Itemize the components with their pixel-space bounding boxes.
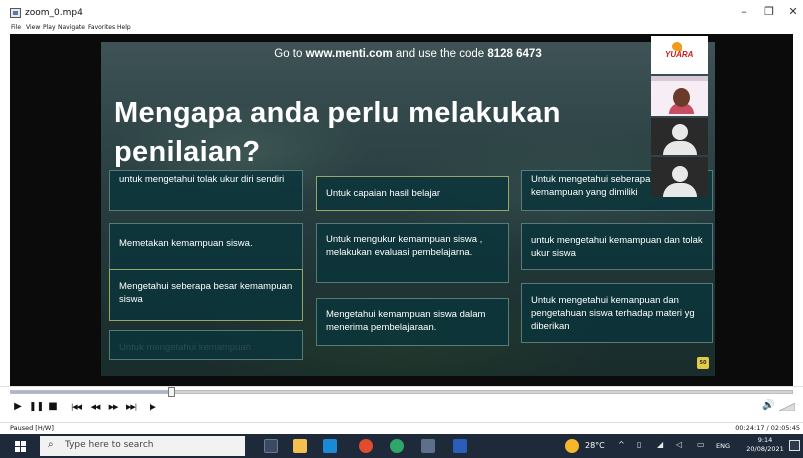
response-card: Untuk mengetahui kemampuan <box>109 330 303 360</box>
volume-icon[interactable]: 🔊 <box>762 400 774 411</box>
media-player-icon[interactable] <box>421 439 435 453</box>
video-area[interactable]: Go to www.menti.com and use the code 812… <box>10 34 793 386</box>
clock-time: 9:14 <box>757 436 773 444</box>
temperature[interactable]: 28°C <box>585 441 605 450</box>
menu-play[interactable]: Play <box>43 24 56 31</box>
response-card: untuk mengetahui kemampuan dan tolak uku… <box>521 223 713 270</box>
menu-navigate[interactable]: Navigate <box>58 24 85 31</box>
frame-step-icon[interactable]: |▶ <box>146 400 158 414</box>
menu-favorites[interactable]: Favorites <box>88 24 115 31</box>
presentation-slide: Go to www.menti.com and use the code 812… <box>101 42 715 376</box>
mail-icon[interactable] <box>323 439 337 453</box>
input-language[interactable]: ENG <box>716 442 730 450</box>
previous-icon[interactable]: |◀◀ <box>68 400 84 414</box>
playback-status: Paused [H/W] <box>10 424 54 432</box>
status-bar: Paused [H/W] 00:24:17 / 02:05:45 <box>0 422 803 434</box>
participant-tile[interactable] <box>651 76 708 116</box>
minimize-button[interactable]: – <box>733 4 755 20</box>
response-card: Untuk mengetahui kemanpuan dan pengetahu… <box>521 283 713 343</box>
menti-instructions: Go to www.menti.com and use the code 812… <box>101 48 715 60</box>
avatar-icon <box>672 166 688 182</box>
speaker-icon[interactable]: ◁ <box>676 440 682 449</box>
word-icon[interactable] <box>453 439 467 453</box>
app-icon <box>10 8 21 18</box>
playback-time: 00:24:17 / 02:05:45 <box>735 424 800 432</box>
menu-bar: File View Play Navigate Favorites Help <box>0 22 803 34</box>
participant-tile[interactable]: YUARA <box>651 36 708 74</box>
task-view-icon[interactable] <box>264 439 278 453</box>
taskbar-search-box[interactable]: ⌕ Type here to search <box>40 436 245 456</box>
participant-tile[interactable] <box>651 118 708 155</box>
menu-view[interactable]: View <box>26 24 40 31</box>
response-card: Mengetahui seberapa besar kemampuan sisw… <box>109 269 303 321</box>
play-icon[interactable]: ▶ <box>12 400 24 414</box>
avatar-body-icon <box>663 183 697 197</box>
seek-bar[interactable] <box>10 387 793 397</box>
slide-title: Mengapa anda perlu melakukan penilaian? <box>114 97 561 168</box>
clock[interactable]: 9:14 20/08/2021 <box>746 436 784 454</box>
windows-taskbar: ⌕ Type here to search 28°C ^ ▯ ◢ ◁ ▭ ENG… <box>0 434 803 458</box>
avatar-body-icon <box>663 141 697 155</box>
search-icon: ⌕ <box>48 439 54 450</box>
chevron-up-icon[interactable]: ^ <box>618 440 625 449</box>
window-title-bar: zoom_0.mp4 – ❐ ✕ <box>0 0 803 22</box>
participant-face <box>673 88 690 107</box>
close-button[interactable]: ✕ <box>782 4 803 20</box>
seek-thumb[interactable] <box>168 387 176 397</box>
menu-help[interactable]: Help <box>117 24 131 31</box>
rewind-icon[interactable]: ◀◀ <box>88 400 102 414</box>
participant-video-strip <box>651 76 708 81</box>
weather-icon[interactable] <box>565 439 579 453</box>
next-icon[interactable]: ▶▶| <box>123 400 139 414</box>
menti-mid: and use the code <box>392 48 488 60</box>
pause-icon[interactable]: ❚❚ <box>29 400 44 414</box>
response-card: Memetakan kemampuan siswa. <box>109 223 303 270</box>
file-explorer-icon[interactable] <box>293 439 307 453</box>
menti-badge: 50 <box>697 357 709 369</box>
seek-progress <box>11 391 172 393</box>
volume-slider[interactable] <box>779 403 795 411</box>
menti-prefix: Go to <box>274 48 306 60</box>
keyboard-icon[interactable]: ▭ <box>697 440 705 449</box>
response-card: Untuk capaian hasil belajar <box>316 176 509 211</box>
notification-icon[interactable] <box>789 440 800 451</box>
response-card: Mengetahui kemampuan siswa dalam menerim… <box>316 298 509 346</box>
response-card: Untuk mengukur kemampuan siswa , melakuk… <box>316 223 509 283</box>
maximize-button[interactable]: ❐ <box>758 4 780 20</box>
search-placeholder: Type here to search <box>65 440 154 450</box>
menti-code: 8128 6473 <box>487 48 542 60</box>
app-icon[interactable] <box>390 439 404 453</box>
network-icon[interactable]: ◢ <box>657 440 663 449</box>
menu-file[interactable]: File <box>11 24 21 31</box>
response-card: untuk mengetahui tolak ukur diri sendiri <box>109 170 303 211</box>
battery-icon[interactable]: ▯ <box>637 440 641 449</box>
clock-date: 20/08/2021 <box>746 445 784 453</box>
menti-url: www.menti.com <box>305 48 393 60</box>
windows-start-icon[interactable] <box>15 441 26 452</box>
avatar-icon <box>672 124 688 140</box>
fast-forward-icon[interactable]: ▶▶ <box>106 400 120 414</box>
player-controls: ▶ ❚❚ ■ |◀◀ ◀◀ ▶▶ ▶▶| |▶ 🔊 <box>0 386 803 422</box>
window-title: zoom_0.mp4 <box>25 8 83 18</box>
stop-icon[interactable]: ■ <box>47 400 59 414</box>
yuara-logo: YUARA <box>665 50 694 59</box>
chrome-icon[interactable] <box>359 439 373 453</box>
participant-tile[interactable] <box>651 157 708 197</box>
